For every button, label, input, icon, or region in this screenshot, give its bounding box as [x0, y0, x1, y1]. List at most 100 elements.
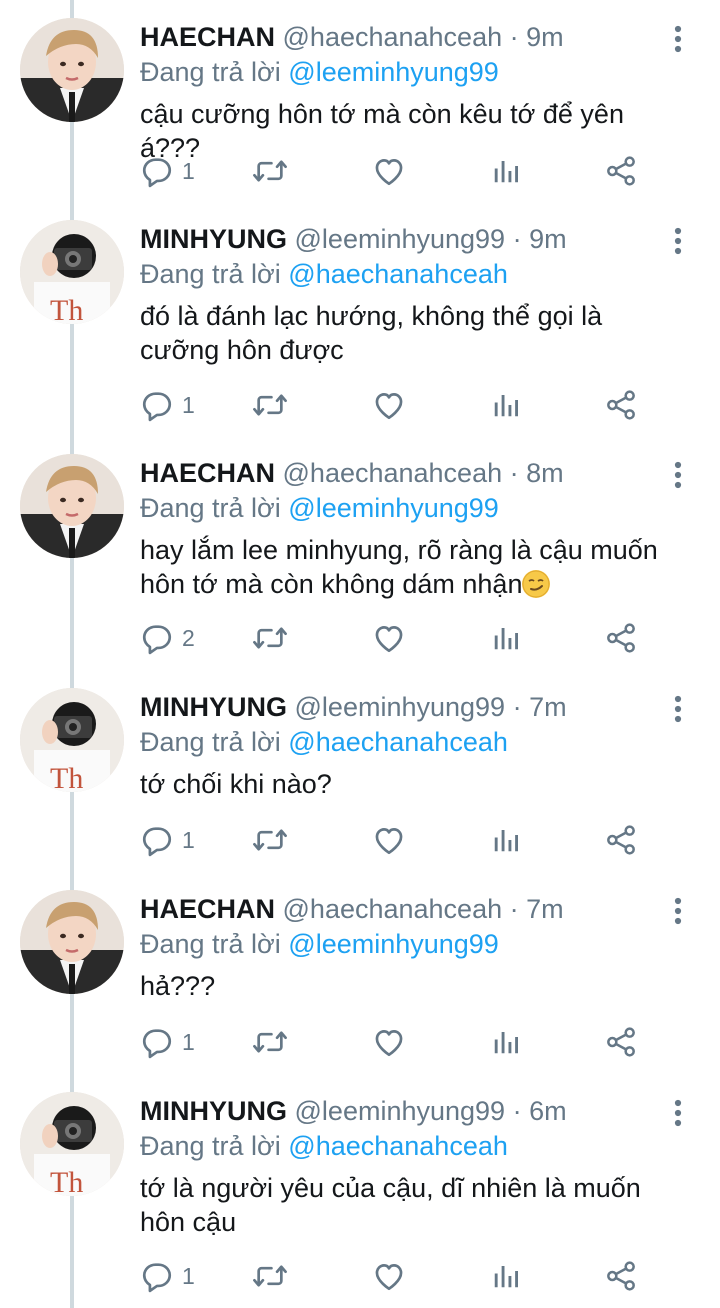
- analytics-button[interactable]: [491, 618, 521, 658]
- share-button[interactable]: [605, 618, 637, 658]
- more-icon[interactable]: [666, 458, 690, 492]
- avatar[interactable]: Th: [20, 220, 124, 324]
- share-button[interactable]: [605, 1256, 637, 1296]
- user-handle[interactable]: @haechanahceah: [283, 22, 503, 52]
- display-name[interactable]: MINHYUNG: [140, 224, 287, 254]
- more-icon[interactable]: [666, 1096, 690, 1130]
- separator-dot: ·: [512, 1096, 522, 1126]
- retweet-button[interactable]: [251, 385, 289, 425]
- reply-button[interactable]: 1: [140, 1256, 195, 1296]
- more-icon[interactable]: [666, 224, 690, 258]
- display-name[interactable]: HAECHAN: [140, 22, 275, 52]
- more-icon[interactable]: [666, 22, 690, 56]
- display-name[interactable]: HAECHAN: [140, 894, 275, 924]
- avatar[interactable]: Th: [20, 688, 124, 792]
- retweet-button[interactable]: [251, 1256, 289, 1296]
- display-name[interactable]: MINHYUNG: [140, 1096, 287, 1126]
- avatar[interactable]: [20, 890, 124, 994]
- replying-to: Đang trả lời @leeminhyung99: [140, 55, 499, 89]
- reply-button[interactable]: 1: [140, 151, 195, 191]
- tweet-actions: 2: [0, 618, 720, 658]
- tweet-actions: 1: [0, 1022, 720, 1062]
- replying-to-label: Đang trả lời: [140, 727, 281, 757]
- timestamp[interactable]: 6m: [529, 1096, 567, 1126]
- tweet-actions: 1: [0, 385, 720, 425]
- replying-to-handle[interactable]: @haechanahceah: [288, 259, 508, 289]
- reply-icon: [140, 1025, 174, 1059]
- display-name[interactable]: HAECHAN: [140, 458, 275, 488]
- display-name[interactable]: MINHYUNG: [140, 692, 287, 722]
- share-button[interactable]: [605, 1022, 637, 1062]
- analytics-button[interactable]: [491, 385, 521, 425]
- avatar[interactable]: [20, 18, 124, 122]
- tweet-actions: 1: [0, 151, 720, 191]
- avatar[interactable]: [20, 454, 124, 558]
- replying-to: Đang trả lời @leeminhyung99: [140, 927, 499, 961]
- reply-button[interactable]: 1: [140, 385, 195, 425]
- replying-to-handle[interactable]: @leeminhyung99: [288, 929, 499, 959]
- like-button[interactable]: [372, 385, 406, 425]
- like-icon: [372, 823, 406, 857]
- tweet-text-content: đó là đánh lạc hướng, không thể gọi là c…: [140, 301, 603, 365]
- analytics-icon: [491, 1027, 521, 1057]
- analytics-button[interactable]: [491, 151, 521, 191]
- user-handle[interactable]: @haechanahceah: [283, 894, 503, 924]
- like-icon: [372, 388, 406, 422]
- reply-button[interactable]: 1: [140, 820, 195, 860]
- retweet-button[interactable]: [251, 820, 289, 860]
- replying-to-handle[interactable]: @leeminhyung99: [288, 493, 499, 523]
- replying-to: Đang trả lời @haechanahceah: [140, 257, 508, 291]
- svg-text:Th: Th: [50, 762, 83, 792]
- analytics-button[interactable]: [491, 1256, 521, 1296]
- tweet-header: HAECHAN @haechanahceah · 9m: [140, 20, 564, 54]
- tweet-header: MINHYUNG @leeminhyung99 · 9m: [140, 222, 567, 256]
- reply-count: 2: [182, 624, 195, 651]
- tweet-text: hay lắm lee minhyung, rõ ràng là cậu muố…: [140, 533, 680, 601]
- tweet: HAECHAN @haechanahceah · 9m Đang trả lời …: [0, 0, 720, 234]
- more-icon[interactable]: [666, 894, 690, 928]
- analytics-button[interactable]: [491, 1022, 521, 1062]
- reply-button[interactable]: 1: [140, 1022, 195, 1062]
- tweet-text: hả???: [140, 969, 680, 1003]
- timestamp[interactable]: 9m: [529, 224, 567, 254]
- share-icon: [605, 1259, 637, 1293]
- replying-to: Đang trả lời @haechanahceah: [140, 725, 508, 759]
- analytics-button[interactable]: [491, 820, 521, 860]
- tweet-text-content: hay lắm lee minhyung, rõ ràng là cậu muố…: [140, 535, 658, 599]
- reply-icon: [140, 1259, 174, 1293]
- like-button[interactable]: [372, 1256, 406, 1296]
- svg-text:Th: Th: [50, 294, 83, 324]
- share-button[interactable]: [605, 820, 637, 860]
- reply-icon: [140, 154, 174, 188]
- like-button[interactable]: [372, 151, 406, 191]
- replying-to-handle[interactable]: @haechanahceah: [288, 727, 508, 757]
- retweet-icon: [251, 823, 289, 857]
- retweet-icon: [251, 1025, 289, 1059]
- user-handle[interactable]: @haechanahceah: [283, 458, 503, 488]
- share-button[interactable]: [605, 151, 637, 191]
- timestamp[interactable]: 7m: [526, 894, 564, 924]
- replying-to-handle[interactable]: @leeminhyung99: [288, 57, 499, 87]
- timestamp[interactable]: 9m: [526, 22, 564, 52]
- like-button[interactable]: [372, 820, 406, 860]
- timestamp[interactable]: 8m: [526, 458, 564, 488]
- separator-dot: ·: [512, 224, 522, 254]
- more-icon[interactable]: [666, 692, 690, 726]
- like-button[interactable]: [372, 1022, 406, 1062]
- share-button[interactable]: [605, 385, 637, 425]
- timestamp[interactable]: 7m: [529, 692, 567, 722]
- user-handle[interactable]: @leeminhyung99: [295, 692, 506, 722]
- tweet-text: đó là đánh lạc hướng, không thể gọi là c…: [140, 299, 680, 367]
- analytics-icon: [491, 390, 521, 420]
- analytics-icon: [491, 623, 521, 653]
- retweet-button[interactable]: [251, 151, 289, 191]
- like-button[interactable]: [372, 618, 406, 658]
- reply-button[interactable]: 2: [140, 618, 195, 658]
- share-icon: [605, 621, 637, 655]
- avatar[interactable]: Th: [20, 1092, 124, 1196]
- retweet-button[interactable]: [251, 1022, 289, 1062]
- user-handle[interactable]: @leeminhyung99: [295, 1096, 506, 1126]
- user-handle[interactable]: @leeminhyung99: [295, 224, 506, 254]
- retweet-button[interactable]: [251, 618, 289, 658]
- replying-to-handle[interactable]: @haechanahceah: [288, 1131, 508, 1161]
